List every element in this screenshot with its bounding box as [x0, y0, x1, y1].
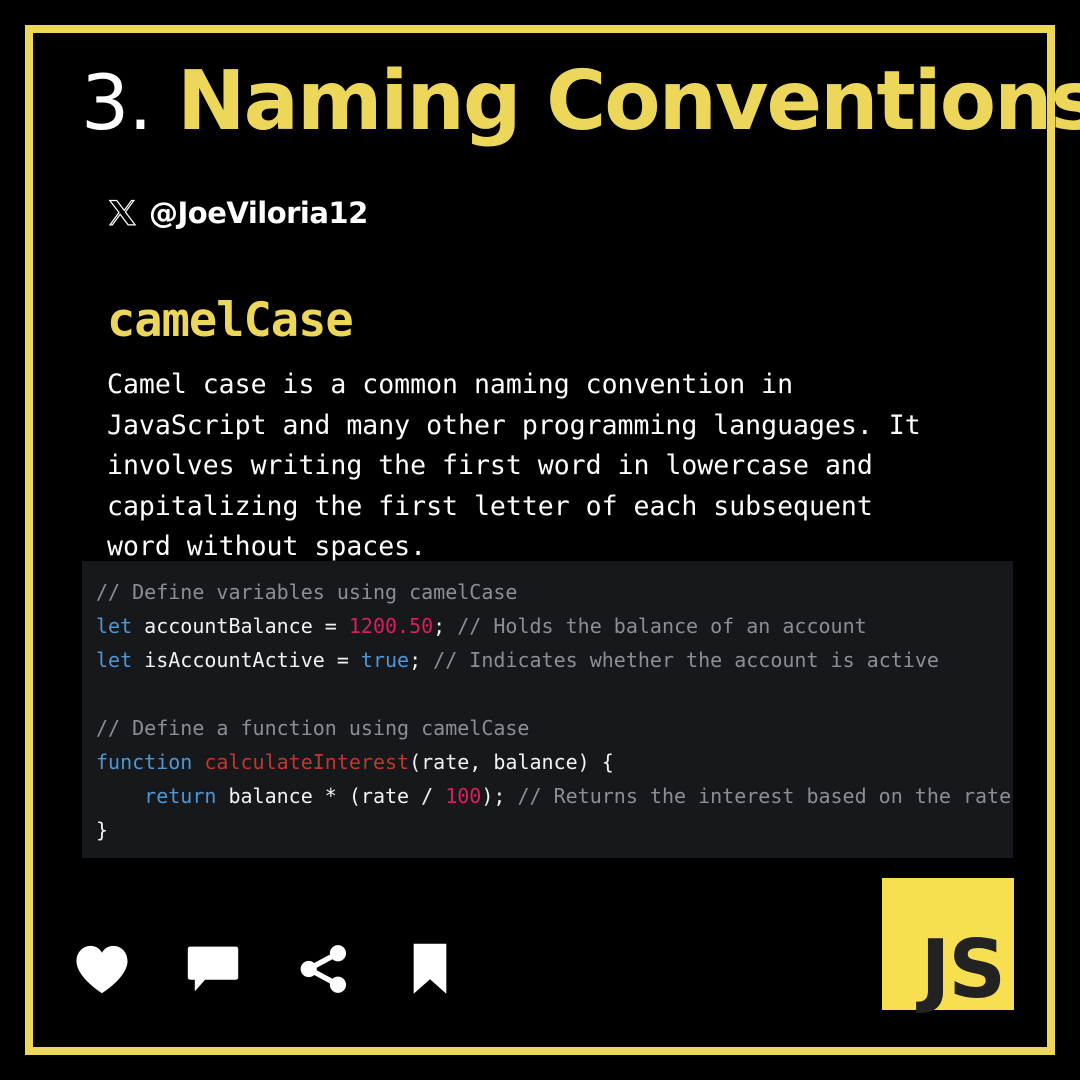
title-text: Naming Conventions [176, 54, 1080, 149]
code-token-func: calculateInterest [204, 750, 410, 774]
code-line: let isAccountActive = true; // Indicates… [96, 643, 999, 677]
code-line: // Define a function using camelCase [96, 711, 999, 745]
x-logo-icon [107, 198, 137, 228]
code-block[interactable]: // Define variables using camelCase let a… [82, 561, 1013, 858]
code-token-plain: balance * (rate / [216, 784, 446, 808]
like-icon[interactable] [73, 943, 131, 995]
bookmark-icon[interactable] [407, 941, 453, 997]
javascript-logo-badge: JS [882, 878, 1014, 1010]
code-token-comment: // Returns the interest based on the rat… [517, 784, 1012, 808]
code-line: return balance * (rate / 100); // Return… [96, 779, 1011, 813]
code-token-keyword: let [96, 614, 133, 638]
code-token-bool: true [360, 648, 410, 672]
code-token-plain: } [96, 818, 109, 842]
body-paragraph: Camel case is a common naming convention… [107, 369, 921, 562]
code-lines: // Define variables using camelCase let a… [96, 575, 1011, 847]
code-token-comment: // Holds the balance of an account [457, 614, 867, 638]
code-token-comment: // Define variables using camelCase [96, 580, 518, 604]
code-token-plain: isAccountActive = [132, 648, 361, 672]
code-token-comment: // Indicates whether the account is acti… [433, 648, 939, 672]
code-token-plain: (rate, balance) { [409, 750, 614, 774]
code-line: let accountBalance = 1200.50; // Holds t… [96, 609, 999, 643]
code-line: } [96, 813, 999, 847]
comment-icon[interactable] [185, 943, 241, 995]
code-line: // Define variables using camelCase [96, 575, 999, 609]
code-token-keyword: return [144, 784, 217, 808]
social-actions-row [73, 941, 453, 997]
code-token-plain: ; [409, 648, 434, 672]
code-token-keyword: let [96, 648, 133, 672]
card-inner: 3. Naming Conventions @JoeViloria12 came… [33, 33, 1080, 1047]
section-subheading: camelCase [107, 293, 354, 348]
js-badge-text: JS [920, 923, 1006, 1016]
code-token-plain: ; [433, 614, 458, 638]
code-token-keyword: function [96, 750, 193, 774]
code-line: function calculateInterest(rate, balance… [96, 745, 999, 779]
code-token-plain: accountBalance = [132, 614, 349, 638]
author-handle-row[interactable]: @JoeViloria12 [107, 196, 368, 230]
code-token-comment: // Define a function using camelCase [96, 716, 530, 740]
code-token-number: 100 [445, 784, 482, 808]
page-title: 3. Naming Conventions [81, 61, 1080, 143]
post-card: 3. Naming Conventions @JoeViloria12 came… [25, 25, 1080, 1055]
title-number: 3. [81, 58, 153, 147]
code-token-number: 1200.50 [348, 614, 434, 638]
code-token-plain: ); [481, 784, 518, 808]
share-icon[interactable] [295, 942, 353, 996]
author-handle-text: @JoeViloria12 [149, 196, 368, 230]
